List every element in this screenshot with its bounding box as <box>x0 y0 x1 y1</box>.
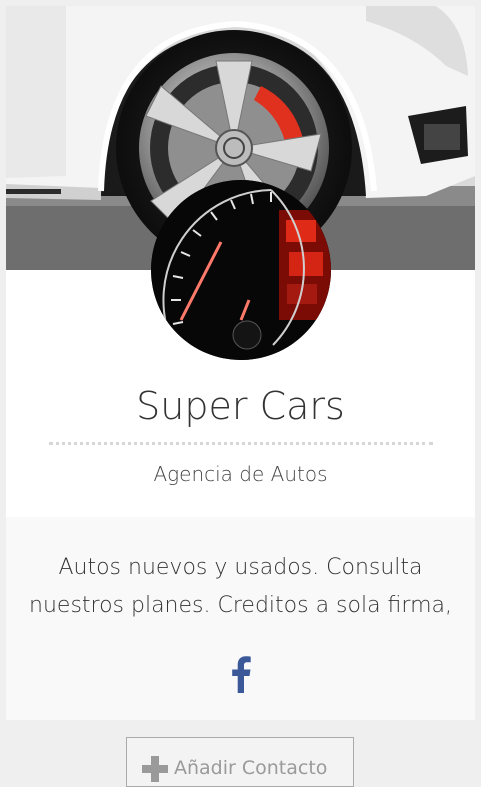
plus-icon <box>142 756 168 782</box>
profile-avatar <box>151 180 331 360</box>
divider <box>49 442 433 445</box>
profile-subtitle: Agencia de Autos <box>153 462 328 486</box>
add-contact-button[interactable]: Añadir Contacto <box>126 737 354 787</box>
add-contact-label: Añadir Contacto <box>174 757 328 779</box>
about-section: Autos nuevos y usados. Consulta nuestros… <box>6 517 475 720</box>
facebook-link[interactable] <box>226 655 256 693</box>
speedometer-image <box>151 180 331 360</box>
profile-card: Super Cars Agencia de Autos Autos nuevos… <box>6 6 475 720</box>
profile-description: Autos nuevos y usados. Consulta nuestros… <box>29 555 452 618</box>
profile-name: Super Cars <box>136 384 345 428</box>
facebook-icon <box>232 656 251 693</box>
